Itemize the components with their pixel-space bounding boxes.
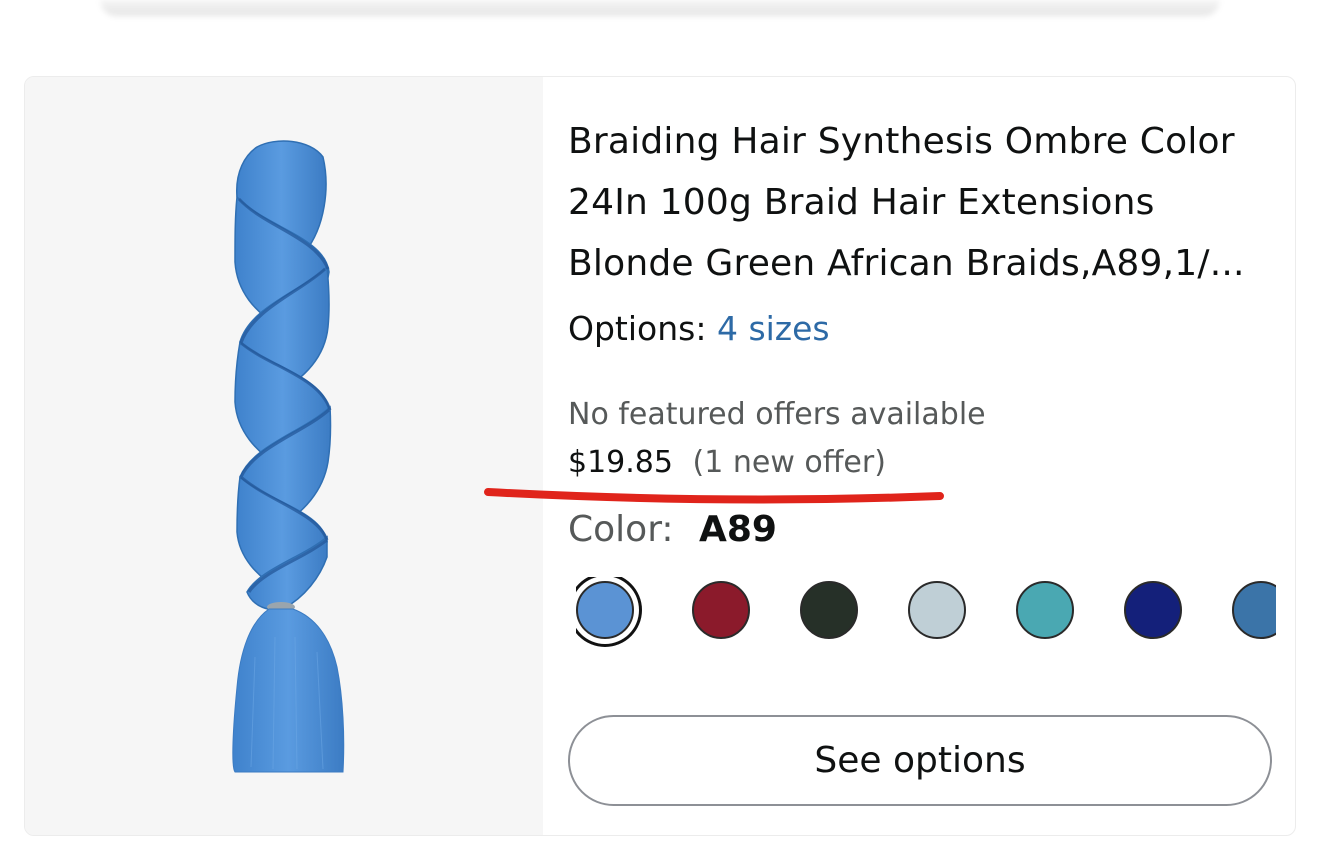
options-label: Options: xyxy=(568,309,707,348)
color-swatch[interactable] xyxy=(800,581,858,639)
braid-hair-image xyxy=(232,140,345,773)
color-value: A89 xyxy=(698,509,777,550)
color-swatch[interactable] xyxy=(692,581,750,639)
color-swatch[interactable] xyxy=(908,581,966,639)
product-title[interactable]: Braiding Hair Synthesis Ombre Color 24In… xyxy=(568,111,1248,294)
color-row: Color: A89 xyxy=(568,509,777,550)
options-link[interactable]: 4 sizes xyxy=(717,309,830,348)
price-row: $19.85 (1 new offer) xyxy=(568,445,886,480)
no-featured-offers-text: No featured offers available xyxy=(568,397,986,432)
color-swatches xyxy=(576,577,1276,647)
price: $19.85 xyxy=(568,445,673,480)
product-card[interactable]: Braiding Hair Synthesis Ombre Color 24In… xyxy=(24,76,1296,836)
top-shadow xyxy=(100,0,1220,16)
offer-count-link[interactable]: (1 new offer) xyxy=(693,445,886,480)
color-swatch[interactable] xyxy=(1124,581,1182,639)
see-options-button[interactable]: See options xyxy=(568,715,1272,806)
color-swatch[interactable] xyxy=(576,581,634,639)
options-row: Options: 4 sizes xyxy=(568,309,830,348)
color-swatch[interactable] xyxy=(1232,581,1276,639)
color-swatch[interactable] xyxy=(1016,581,1074,639)
color-label: Color: xyxy=(568,509,674,550)
product-image[interactable] xyxy=(25,77,543,835)
